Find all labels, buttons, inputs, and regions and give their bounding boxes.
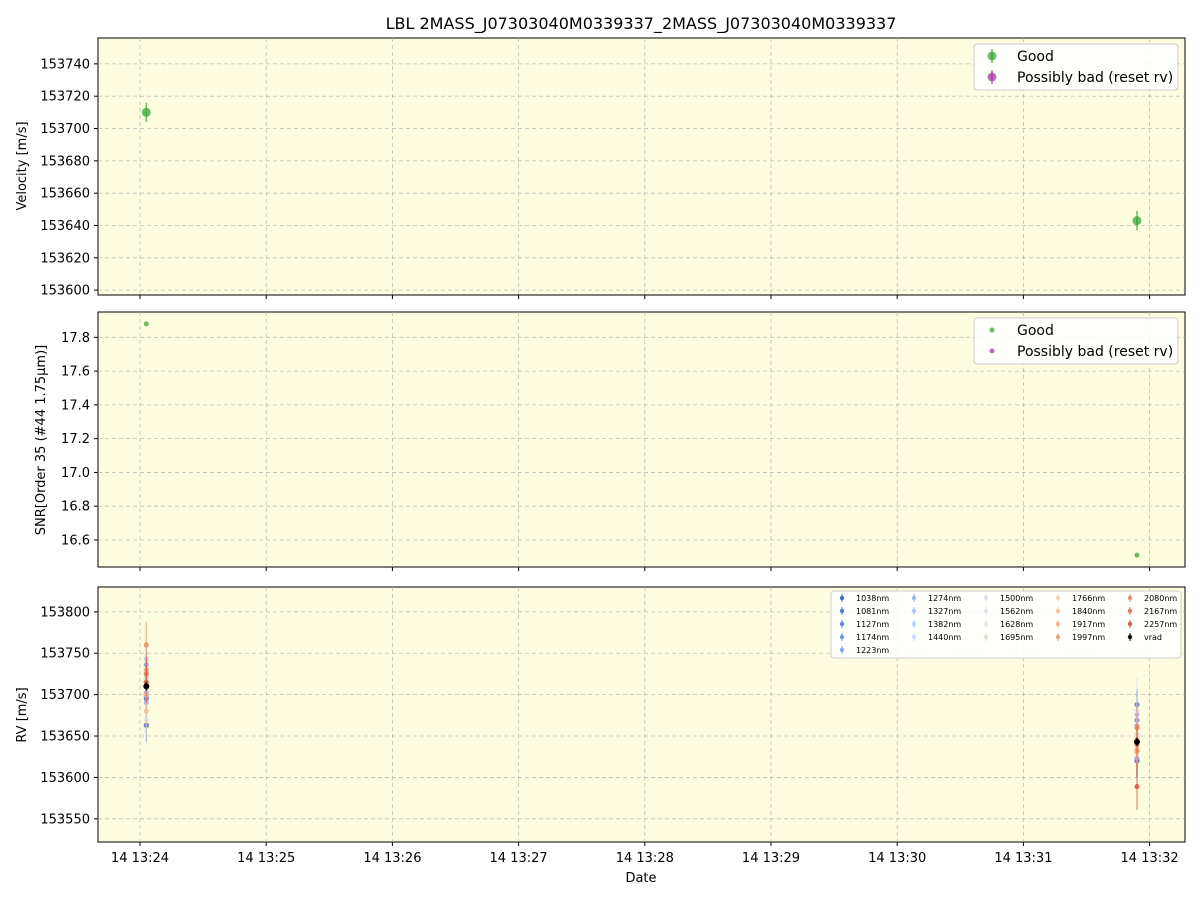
rv-legend-label: 1628nm [1000,620,1033,629]
rv-legend-label: 1500nm [1000,594,1033,603]
rv-legend-label: 1840nm [1072,607,1105,616]
velocity-panel: 153600 153620 153640 153660 153680 153700 1537… [15,37,1186,299]
y-tick-label: 153800 [40,605,90,620]
legend-good-label: Good [1017,323,1054,339]
legend-good-label: Good [1017,49,1054,65]
y-tick-label: 153620 [40,251,90,266]
x-tick-label: 14 13:32 [1121,851,1179,866]
y-tick-label: 17.8 [61,331,90,346]
y-tick-label: 17.2 [61,432,90,447]
y-tick-label: 17.0 [61,466,90,481]
x-tick-label: 14 13:25 [237,851,295,866]
y-tick-label: 153660 [40,187,90,202]
rv-legend-label: 1174nm [856,633,889,642]
x-tick-label: 14 13:29 [742,851,800,866]
y-tick-label: 153700 [40,122,90,137]
y-tick-label: 17.4 [61,398,90,413]
snr-panel: 16.6 16.8 17.0 17.2 17.4 17.6 17.8 SNR[Order 3… [34,311,1186,571]
rv-legend-label: 2257nm [1144,620,1177,629]
y-tick-label: 153750 [40,647,90,662]
rv-legend: 1038nm 1081nm 1127nm 1174nm 1223nm 1274nm 1327… [830,590,1182,659]
x-tick-label: 14 13:28 [616,851,674,866]
y-tick-label: 153600 [40,771,90,786]
x-tick-label: 14 13:31 [994,851,1052,866]
velocity-legend: Good Possibly bad (reset rv) [973,43,1179,91]
rv-legend-label: 1223nm [856,646,889,655]
legend-bad-label: Possibly bad (reset rv) [1017,70,1173,86]
y-tick-label: 153640 [40,219,90,234]
x-tick-label: 14 13:24 [111,851,169,866]
rv-legend-label: 1440nm [928,633,961,642]
chart-title: LBL 2MASS_J07303040M0339337_2MASS_J07303… [386,14,897,34]
figure: LBL 2MASS_J07303040M0339337_2MASS_J07303… [15,14,1186,886]
legend-bad-label: Possibly bad (reset rv) [1017,344,1173,360]
y-tick-label: 17.6 [61,365,90,380]
y-tick-label: 16.8 [61,500,90,515]
y-tick-label: 153720 [40,90,90,105]
x-tick-label: 14 13:27 [490,851,548,866]
rv-legend-label: vrad [1144,633,1162,642]
y-tick-label: 153600 [40,284,90,299]
rv-legend-label: 1917nm [1072,620,1105,629]
y-tick-label: 16.6 [61,533,90,548]
snr-legend: Good Possibly bad (reset rv) [973,317,1179,365]
rv-legend-label: 1127nm [856,620,889,629]
legend-marker-good [989,327,995,333]
rv-legend-label: 1038nm [856,594,889,603]
x-tick-label: 14 13:26 [363,851,421,866]
snr-point-good [143,321,149,327]
rv-legend-label: 1382nm [928,620,961,629]
rv-legend-label: 1081nm [856,607,889,616]
rv-panel: 153550 153600 153650 153700 153750 153800 RV … [15,586,1186,846]
rv-legend-label: 1327nm [928,607,961,616]
legend-marker-bad [989,348,995,354]
rv-legend-label: 2080nm [1144,594,1177,603]
velocity-ylabel: Velocity [m/s] [15,121,30,210]
rv-legend-label: 1562nm [1000,607,1033,616]
x-tick-label: 14 13:30 [868,851,926,866]
rv-ylabel: RV [m/s] [15,687,30,742]
y-tick-label: 153680 [40,154,90,169]
rv-legend-label: 1766nm [1072,594,1105,603]
y-tick-label: 153700 [40,688,90,703]
rv-legend-label: 1695nm [1000,633,1033,642]
y-tick-label: 153550 [40,812,90,827]
x-axis-label: Date [625,871,656,886]
rv-legend-label: 1997nm [1072,633,1105,642]
snr-point-good [1134,552,1140,558]
y-tick-label: 153740 [40,57,90,72]
rv-legend-label: 2167nm [1144,607,1177,616]
snr-ylabel: SNR[Order 35 (#44 1.75μm)] [34,345,49,536]
rv-legend-label: 1274nm [928,594,961,603]
y-tick-label: 153650 [40,730,90,745]
